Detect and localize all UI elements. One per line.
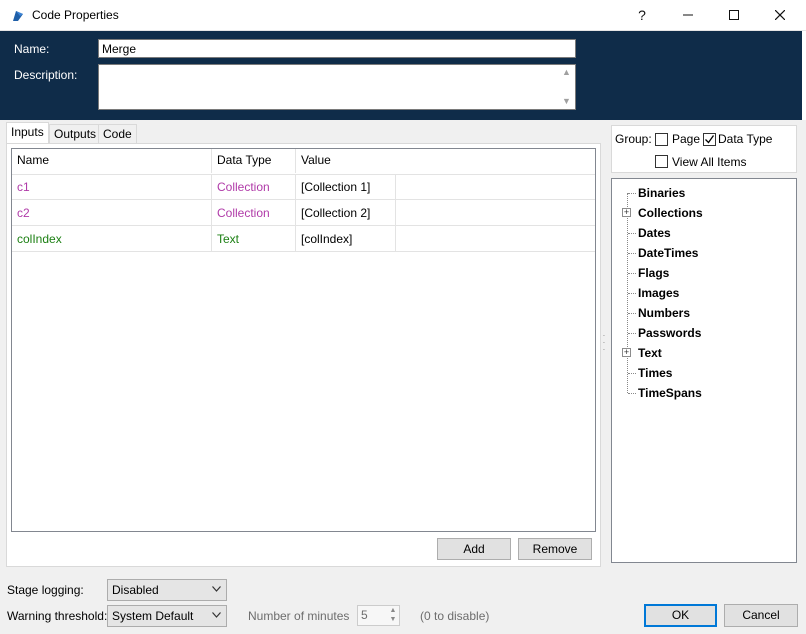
stage-logging-value: Disabled xyxy=(112,583,159,597)
row-name-cell[interactable]: colIndex xyxy=(12,226,212,252)
cancel-button[interactable]: Cancel xyxy=(724,604,798,627)
row-value-cell[interactable]: [Collection 1] xyxy=(296,174,396,200)
chevron-down-icon xyxy=(212,606,221,626)
row-name-cell[interactable]: c1 xyxy=(12,174,212,200)
column-header-name[interactable]: Name xyxy=(12,149,212,173)
minutes-value: 5 xyxy=(361,608,368,622)
minutes-label: Number of minutes xyxy=(248,609,350,623)
tree-item-collections[interactable]: Collections xyxy=(638,203,703,223)
group-options: Group: Page Data Type View All Items xyxy=(611,125,797,173)
maximize-button[interactable] xyxy=(711,0,757,31)
tree-connector xyxy=(628,253,636,254)
tree-connector xyxy=(628,233,636,234)
page-checkbox-label[interactable]: Page xyxy=(672,132,700,146)
stage-logging-label: Stage logging: xyxy=(7,583,84,597)
tree-item-times[interactable]: Times xyxy=(638,363,672,383)
row-value-cell[interactable]: [Collection 2] xyxy=(296,200,396,226)
minutes-stepper[interactable]: 5 ▲ ▼ xyxy=(357,605,400,626)
table-row[interactable]: c2 Collection [Collection 2] xyxy=(12,200,595,226)
data-type-checkbox-label[interactable]: Data Type xyxy=(718,132,772,146)
tree-item-numbers[interactable]: Numbers xyxy=(638,303,690,323)
row-name-cell[interactable]: c2 xyxy=(12,200,212,226)
properties-header: Name: Description: ▲ ▼ xyxy=(0,31,806,120)
row-type-cell[interactable]: Collection xyxy=(212,200,296,226)
ok-button[interactable]: OK xyxy=(644,604,717,627)
scroll-up-icon[interactable]: ▲ xyxy=(562,68,571,77)
data-type-tree[interactable]: Binaries + Collections Dates DateTimes F… xyxy=(611,178,797,563)
tree-connector xyxy=(628,333,636,334)
tree-connector xyxy=(628,273,636,274)
window-edge xyxy=(802,31,806,120)
row-type-cell[interactable]: Text xyxy=(212,226,296,252)
remove-button[interactable]: Remove xyxy=(518,538,592,560)
window-title: Code Properties xyxy=(32,8,119,22)
column-header-value[interactable]: Value xyxy=(296,149,396,173)
expand-icon[interactable]: + xyxy=(622,348,631,357)
description-scrollbar[interactable]: ▲ ▼ xyxy=(558,65,575,109)
help-button[interactable]: ? xyxy=(619,0,665,31)
table-row[interactable]: c1 Collection [Collection 1] xyxy=(12,174,595,200)
group-label: Group: xyxy=(615,132,652,146)
disable-hint: (0 to disable) xyxy=(420,609,490,623)
tree-item-datetimes[interactable]: DateTimes xyxy=(638,243,698,263)
warning-threshold-label: Warning threshold: xyxy=(7,609,108,623)
tab-outputs[interactable]: Outputs xyxy=(49,124,102,144)
page-checkbox[interactable] xyxy=(655,133,668,146)
name-input[interactable] xyxy=(98,39,576,58)
chevron-down-icon xyxy=(212,580,221,600)
splitter-handle[interactable]: · · · xyxy=(602,332,606,354)
tree-item-images[interactable]: Images xyxy=(638,283,679,303)
title-bar: Code Properties ? xyxy=(0,0,806,31)
table-row[interactable]: colIndex Text [colIndex] xyxy=(12,226,595,252)
tab-code[interactable]: Code xyxy=(98,124,137,144)
tree-connector xyxy=(628,193,636,194)
tree-connector xyxy=(628,393,636,394)
tree-connector xyxy=(628,313,636,314)
name-label: Name: xyxy=(14,42,50,56)
tree-item-timespans[interactable]: TimeSpans xyxy=(638,383,702,403)
inputs-grid[interactable]: Name Data Type Value c1 Collection [Coll… xyxy=(11,148,596,532)
tree-connector xyxy=(628,373,636,374)
column-header-data-type[interactable]: Data Type xyxy=(212,149,296,173)
grid-header-row: Name Data Type Value xyxy=(12,149,595,175)
view-all-items-label[interactable]: View All Items xyxy=(672,155,746,169)
scroll-down-icon[interactable]: ▼ xyxy=(562,97,571,106)
add-button[interactable]: Add xyxy=(437,538,511,560)
tree-item-binaries[interactable]: Binaries xyxy=(638,183,685,203)
tree-item-dates[interactable]: Dates xyxy=(638,223,671,243)
minimize-button[interactable] xyxy=(665,0,711,31)
tab-inputs[interactable]: Inputs xyxy=(6,122,49,144)
stage-logging-select[interactable]: Disabled xyxy=(107,579,227,601)
app-icon xyxy=(10,8,26,24)
warning-threshold-value: System Default xyxy=(112,609,194,623)
row-value-cell[interactable]: [colIndex] xyxy=(296,226,396,252)
tree-item-text[interactable]: Text xyxy=(638,343,662,363)
checkmark-icon xyxy=(705,135,715,144)
tree-connector xyxy=(628,293,636,294)
row-type-cell[interactable]: Collection xyxy=(212,174,296,200)
description-input[interactable]: ▲ ▼ xyxy=(98,64,576,110)
stepper-up-icon[interactable]: ▲ xyxy=(387,606,399,615)
expand-icon[interactable]: + xyxy=(622,208,631,217)
tree-item-passwords[interactable]: Passwords xyxy=(638,323,701,343)
stepper-down-icon[interactable]: ▼ xyxy=(387,615,399,624)
data-type-checkbox[interactable] xyxy=(703,133,716,146)
view-all-items-checkbox[interactable] xyxy=(655,155,668,168)
description-label: Description: xyxy=(14,68,78,82)
inputs-panel: Name Data Type Value c1 Collection [Coll… xyxy=(6,143,601,567)
warning-threshold-select[interactable]: System Default xyxy=(107,605,227,627)
close-button[interactable] xyxy=(757,0,803,31)
tree-item-flags[interactable]: Flags xyxy=(638,263,669,283)
